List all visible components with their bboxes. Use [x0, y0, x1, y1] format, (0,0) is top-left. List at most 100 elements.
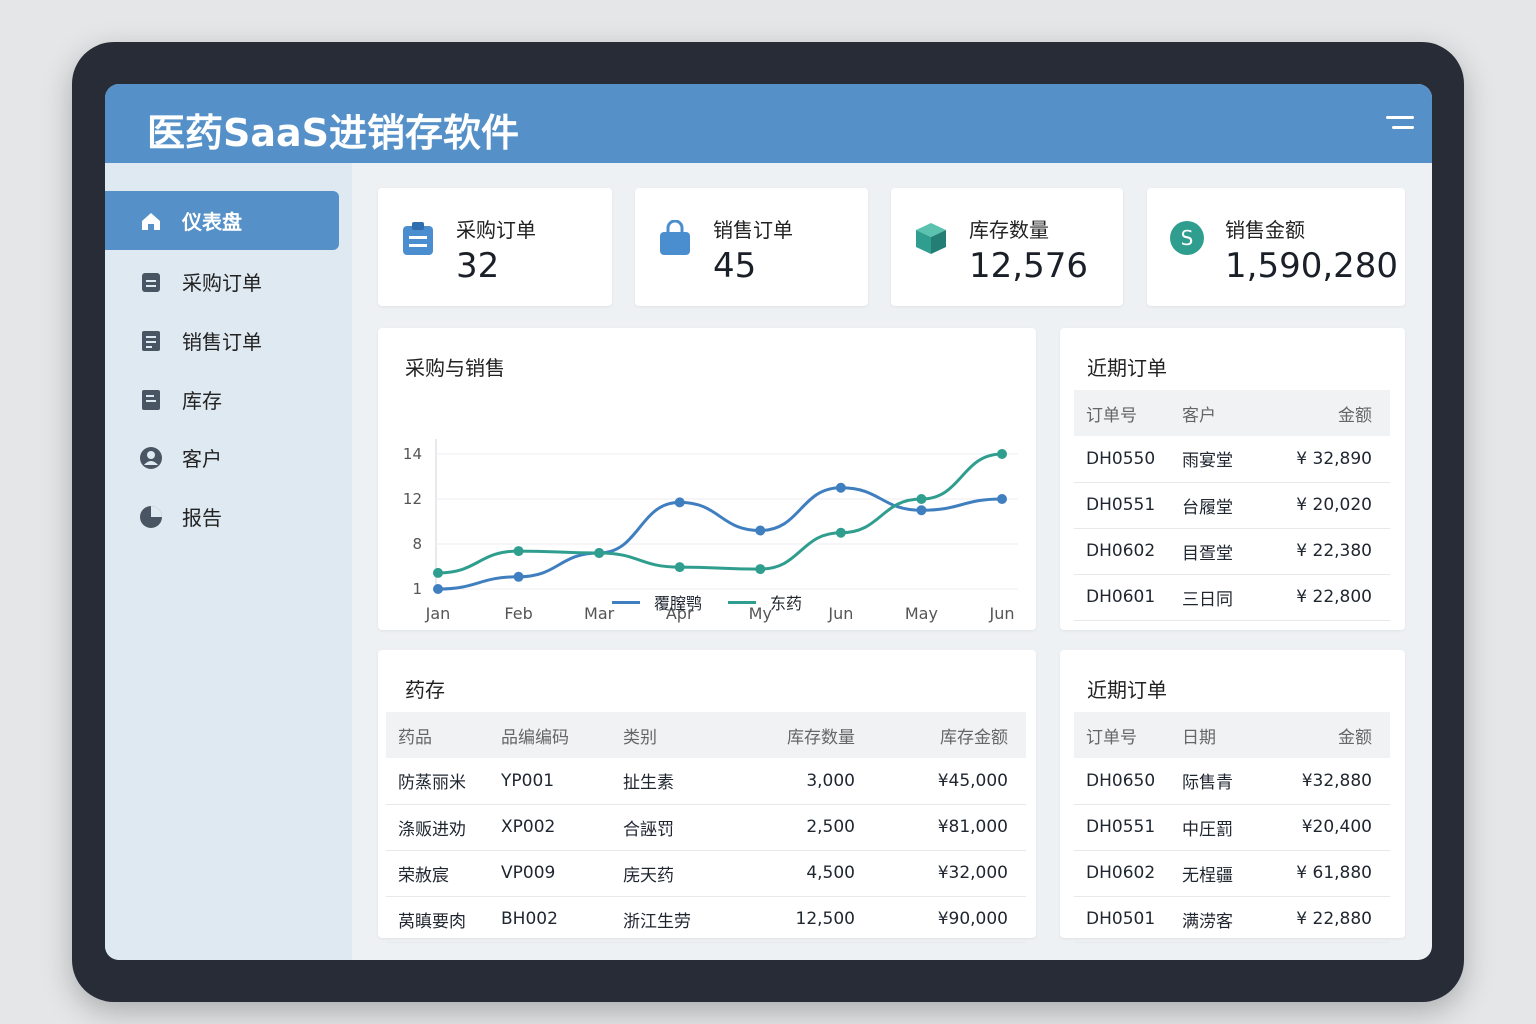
table-cell: VP009: [501, 850, 623, 897]
table-cell: ¥90,000: [873, 896, 1026, 943]
data-point[interactable]: [513, 571, 524, 582]
table-cell: DH0601: [1074, 574, 1182, 621]
sidebar-item-label: 报告: [182, 506, 222, 530]
table-cell: DH0650: [1074, 758, 1182, 805]
table-row[interactable]: DH0602 目疍堂 ¥ 22,380: [1074, 528, 1390, 575]
table-row[interactable]: 荣赦宸 VP009 庑天药 4,500 ¥32,000: [386, 850, 1026, 897]
stat-value: 1,590,280: [1225, 246, 1399, 286]
sidebar-item-label: 采购订单: [182, 271, 262, 295]
sidebar-item-label: 仪表盘: [182, 210, 242, 234]
stat-card-purchase-orders[interactable]: 采购订单 32: [378, 188, 612, 306]
table-row[interactable]: DH0650 际售青 ¥32,880: [1074, 758, 1390, 805]
shopping-bag-icon: [660, 220, 690, 255]
column-header[interactable]: 订单号: [1074, 712, 1182, 758]
data-point[interactable]: [594, 548, 605, 558]
inventory-table: 药品 品编编码 类别 库存数量 库存金额 防蒸丽米 YP001 扯生素 3,000 ¥45,000…: [386, 712, 1026, 943]
table-row[interactable]: 莴瞋要肉 BH002 浙江生劳 12,500 ¥90,000: [386, 896, 1026, 943]
chart-card: 采购与销售 1 8 12 14 Jan Feb Mar Apr My Jun May Jun 覆膣鹗 …: [378, 328, 1036, 630]
document-icon: [139, 329, 163, 353]
column-header[interactable]: 日期: [1182, 712, 1292, 758]
table-cell: 庑天药: [623, 850, 733, 897]
table-cell: ¥ 22,380: [1292, 528, 1390, 575]
data-point[interactable]: [433, 567, 443, 578]
table-cell: 浙江生劳: [623, 896, 733, 943]
table-cell: 台履堂: [1182, 482, 1292, 529]
data-point[interactable]: [674, 497, 685, 508]
sidebar-item-sales-orders[interactable]: 销售订单: [105, 311, 339, 370]
table-cell: 涤贩进劝: [386, 804, 501, 851]
table-cell: 12,500: [733, 896, 873, 943]
column-header[interactable]: 客户: [1182, 390, 1292, 436]
inventory-card: 药存 药品 品编编码 类别 库存数量 库存金额 防蒸丽米 YP001 扯生素 3,000 ¥45,…: [378, 650, 1036, 943]
legend-label: 覆膣鹗: [653, 594, 702, 613]
recent-orders-table: 订单号 客户 金额 DH0550 雨宴堂 ¥ 32,890 DH0551 台履堂 ¥ 20,02…: [1074, 390, 1390, 621]
data-point[interactable]: [755, 564, 766, 575]
column-header[interactable]: 金额: [1292, 712, 1390, 758]
table-cell: DH0550: [1074, 436, 1182, 483]
legend-item: 东药: [728, 590, 802, 614]
recent-orders-card: 近期订单 订单号 客户 金额 DH0550 雨宴堂 ¥ 32,890 DH0551 台履堂 ¥ …: [1060, 328, 1405, 630]
data-point[interactable]: [916, 494, 927, 504]
data-point[interactable]: [513, 546, 524, 557]
table-row[interactable]: DH0550 雨宴堂 ¥ 32,890: [1074, 436, 1390, 483]
stat-card-sales-amount[interactable]: S 销售金额 1,590,280: [1147, 188, 1405, 306]
sidebar-item-customers[interactable]: 客户: [105, 428, 339, 487]
table-cell: 目疍堂: [1182, 528, 1292, 575]
table-row[interactable]: DH0551 中圧罰 ¥20,400: [1074, 804, 1390, 851]
column-header[interactable]: 类别: [623, 712, 733, 758]
table-row[interactable]: DH0602 无桯疆 ¥ 61,880: [1074, 850, 1390, 897]
stat-card-sales-orders[interactable]: 销售订单 45: [635, 188, 868, 306]
data-point[interactable]: [755, 525, 766, 536]
user-icon: [139, 446, 163, 470]
table-cell: DH0602: [1074, 850, 1182, 897]
dollar-icon: S: [1170, 221, 1204, 255]
data-point[interactable]: [997, 449, 1007, 459]
column-header[interactable]: 库存数量: [733, 712, 873, 758]
sidebar-item-label: 客户: [182, 447, 222, 471]
pie-chart-icon: [139, 505, 163, 529]
stat-value: 12,576: [969, 246, 1088, 286]
table-cell: 4,500: [733, 850, 873, 897]
data-point[interactable]: [916, 505, 927, 516]
data-point[interactable]: [997, 494, 1007, 504]
box-list-icon: [139, 388, 163, 412]
sidebar-item-inventory[interactable]: 库存: [105, 370, 339, 429]
sidebar-item-dashboard[interactable]: 仪表盘: [105, 191, 339, 250]
recent-orders-table-2: 订单号 日期 金额 DH0650 际售青 ¥32,880 DH0551 中圧罰 ¥20,400 D…: [1074, 712, 1390, 943]
column-header[interactable]: 订单号: [1074, 390, 1182, 436]
app-screen: 医药SaaS进销存软件 仪表盘 采购订单 销售订单 库存 客户 报告 采购订单 …: [105, 84, 1432, 960]
column-header[interactable]: 金额: [1292, 390, 1390, 436]
sidebar-item-purchase-orders[interactable]: 采购订单: [105, 252, 339, 311]
table-cell: ¥ 20,020: [1292, 482, 1390, 529]
table-cell: ¥ 32,890: [1292, 436, 1390, 483]
table-row[interactable]: DH0601 三日同 ¥ 22,800: [1074, 574, 1390, 621]
table-row[interactable]: DH0551 台履堂 ¥ 20,020: [1074, 482, 1390, 529]
table-cell: 莴瞋要肉: [386, 896, 501, 943]
data-point[interactable]: [674, 562, 685, 573]
stat-card-inventory[interactable]: 库存数量 12,576: [891, 188, 1123, 306]
stat-label: 销售金额: [1225, 218, 1305, 242]
column-header[interactable]: 品编编码: [501, 712, 623, 758]
chart-title: 采购与销售: [405, 356, 505, 380]
data-point[interactable]: [835, 527, 846, 538]
y-tick-label: 8: [412, 535, 422, 553]
menu-icon[interactable]: [1384, 116, 1414, 134]
table-cell: 扯生素: [623, 758, 733, 805]
column-header[interactable]: 库存金额: [873, 712, 1026, 758]
app-title: 医药SaaS进销存软件: [147, 111, 520, 155]
table-cell: 2,500: [733, 804, 873, 851]
table-row[interactable]: DH0501 满涝客 ¥ 22,880: [1074, 896, 1390, 943]
table-cell: 无桯疆: [1182, 850, 1292, 897]
table-cell: DH0602: [1074, 528, 1182, 575]
column-header[interactable]: 药品: [386, 712, 501, 758]
table-row[interactable]: 防蒸丽米 YP001 扯生素 3,000 ¥45,000: [386, 758, 1026, 805]
data-point[interactable]: [835, 482, 846, 493]
table-cell: XP002: [501, 804, 623, 851]
chart-legend: 覆膣鹗 东药: [378, 590, 1036, 614]
table-cell: ¥45,000: [873, 758, 1026, 805]
card-title: 近期订单: [1087, 678, 1167, 702]
table-row[interactable]: 涤贩进劝 XP002 合誣罚 2,500 ¥81,000: [386, 804, 1026, 851]
table-cell: 荣赦宸: [386, 850, 501, 897]
table-cell: ¥ 22,880: [1292, 896, 1390, 943]
sidebar-item-reports[interactable]: 报告: [105, 487, 339, 546]
